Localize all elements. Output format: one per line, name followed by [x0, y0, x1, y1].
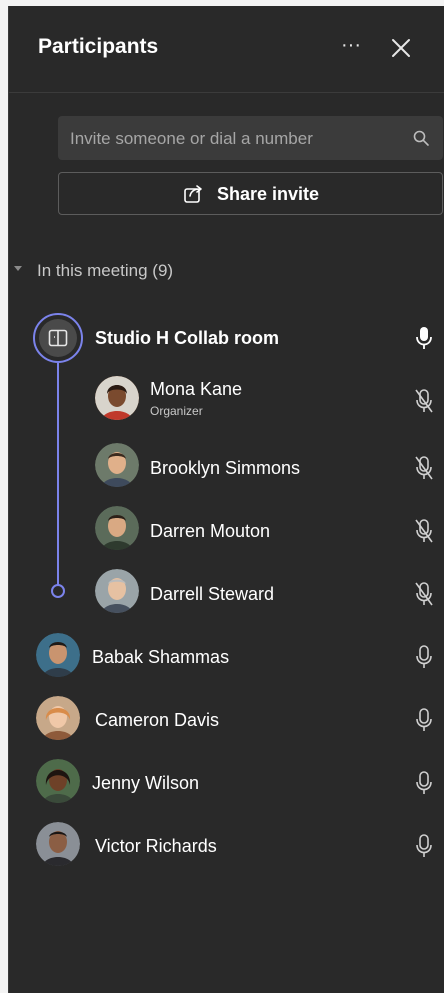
room-name: Studio H Collab room: [95, 328, 279, 348]
mic-off-icon[interactable]: [415, 388, 433, 414]
mic-icon[interactable]: [415, 644, 433, 670]
participant-row[interactable]: Cameron Davis: [9, 692, 444, 746]
participant-role: Organizer: [150, 404, 203, 418]
avatar: [95, 506, 139, 550]
avatar: [95, 443, 139, 487]
avatar: [36, 822, 80, 866]
mic-icon[interactable]: [415, 707, 433, 733]
share-invite-button[interactable]: Share invite: [58, 172, 443, 215]
chevron-down-icon: [14, 266, 22, 271]
room-icon: [48, 329, 68, 347]
invite-search-box: [58, 116, 443, 162]
avatar: [36, 759, 80, 803]
participant-name: Victor Richards: [95, 836, 217, 856]
mic-icon[interactable]: [415, 833, 433, 859]
participant-name: Jenny Wilson: [92, 773, 200, 793]
participants-panel: Participants ··· Share invite In this me…: [8, 6, 444, 993]
avatar: [95, 569, 139, 613]
participant-row[interactable]: Brooklyn Simmons: [9, 438, 444, 492]
participant-name: Darrell Steward: [150, 584, 275, 604]
mic-icon[interactable]: [415, 770, 433, 796]
mic-icon[interactable]: [415, 325, 433, 351]
avatar: [95, 376, 139, 420]
participant-name: Mona Kane: [150, 379, 243, 399]
section-label: In this meeting (9): [37, 261, 174, 280]
panel-title: Participants: [38, 35, 159, 58]
search-icon[interactable]: [412, 129, 430, 147]
participant-name: Brooklyn Simmons: [150, 458, 301, 478]
room-avatar[interactable]: [33, 313, 83, 363]
participant-name: Babak Shammas: [92, 647, 230, 667]
participant-row[interactable]: Mona Kane Organizer: [9, 371, 444, 425]
panel-header: Participants ···: [9, 6, 444, 93]
participant-row[interactable]: Babak Shammas: [9, 629, 444, 683]
close-button[interactable]: [386, 33, 416, 63]
invite-search-input[interactable]: [68, 116, 402, 162]
mic-off-icon[interactable]: [415, 581, 433, 607]
avatar: [36, 633, 80, 677]
share-icon: [184, 185, 202, 203]
mic-off-icon[interactable]: [415, 455, 433, 481]
participant-row[interactable]: Darrell Steward: [9, 564, 444, 618]
close-icon: [392, 39, 410, 57]
share-invite-label: Share invite: [217, 184, 320, 204]
participant-row[interactable]: Darren Mouton: [9, 501, 444, 555]
more-options-button[interactable]: ···: [334, 32, 368, 62]
avatar: [36, 696, 80, 740]
participant-name: Darren Mouton: [150, 521, 271, 541]
participant-row[interactable]: Victor Richards: [9, 818, 444, 872]
participant-row[interactable]: Jenny Wilson: [9, 755, 444, 809]
participant-name: Cameron Davis: [95, 710, 220, 730]
mic-off-icon[interactable]: [415, 518, 433, 544]
